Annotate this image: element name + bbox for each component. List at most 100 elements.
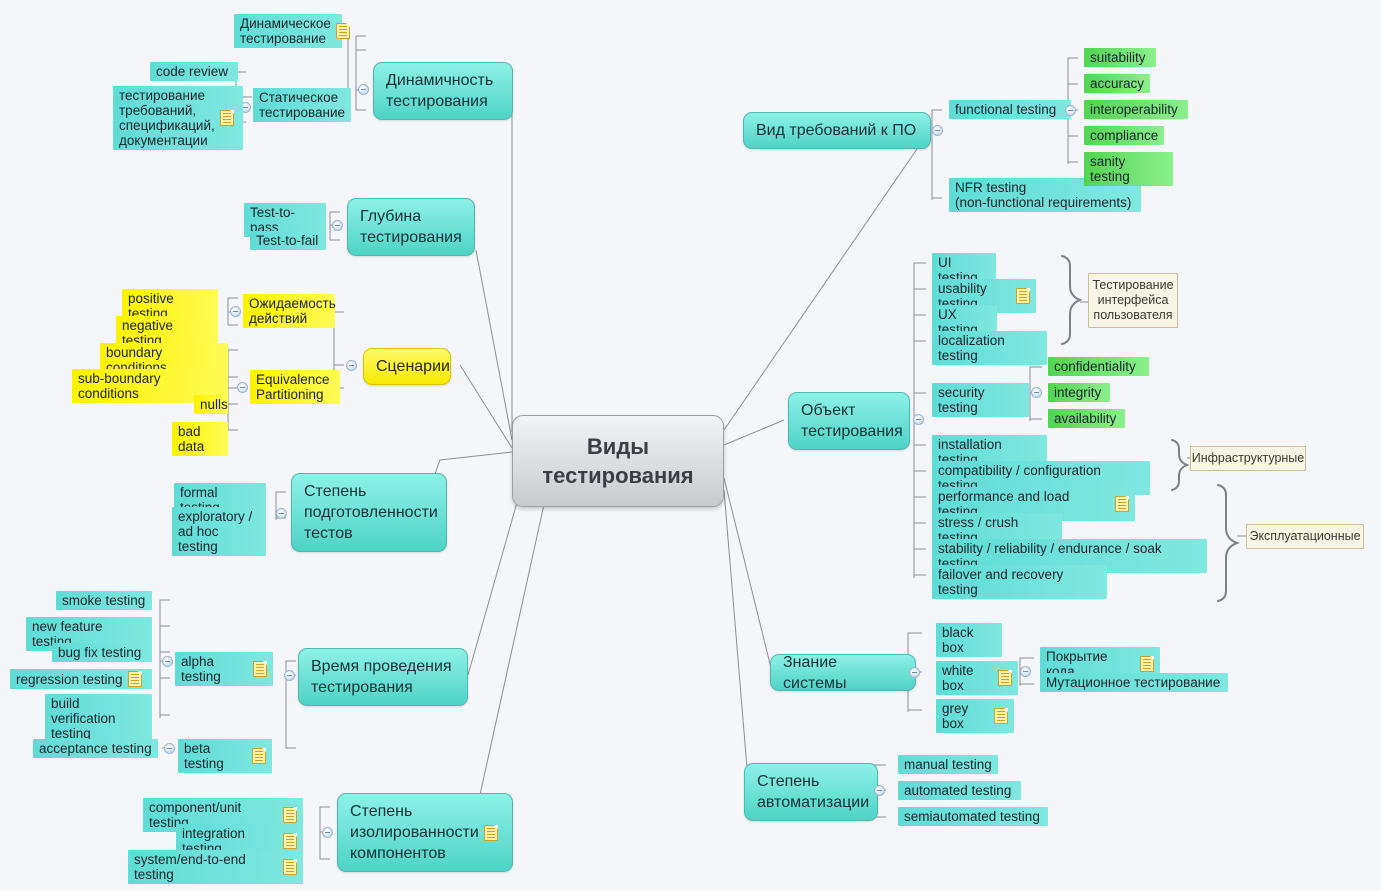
node-smoke-testing[interactable]: smoke testing — [56, 591, 152, 610]
toggle-object[interactable] — [913, 414, 924, 425]
node-grey-box[interactable]: grey box — [936, 699, 1014, 733]
node-integrity-label: integrity — [1054, 385, 1102, 400]
note-icon[interactable] — [998, 670, 1012, 686]
node-bad-data[interactable]: bad data — [172, 422, 228, 456]
node-regression-testing[interactable]: regression testing — [10, 669, 152, 689]
toggle-knowledge[interactable] — [909, 667, 920, 678]
node-static-testing-label: Статическое тестирование — [259, 90, 346, 120]
node-equivalence-partitioning[interactable]: Equivalence Partitioning — [250, 370, 340, 404]
note-icon[interactable] — [283, 833, 297, 849]
node-static-testing[interactable]: Статическое тестирование — [253, 88, 351, 122]
branch-requirements[interactable]: Вид требований к ПО — [743, 112, 931, 149]
node-dynamic-testing-label: Динамическое тестирование — [240, 16, 331, 46]
toggle-security[interactable] — [1031, 387, 1042, 398]
toggle-automation[interactable] — [874, 785, 885, 796]
node-test-to-fail-label: Test-to-fail — [256, 233, 319, 248]
node-interoperability[interactable]: interoperability — [1084, 100, 1188, 119]
toggle-requirements[interactable] — [932, 125, 943, 136]
note-icon[interactable] — [283, 859, 297, 875]
note-icon[interactable] — [283, 807, 297, 823]
note-icon[interactable] — [252, 748, 266, 764]
node-exploratory-testing[interactable]: exploratory / ad hoc testing — [172, 507, 266, 556]
branch-object[interactable]: Объект тестирования — [788, 392, 910, 450]
node-availability[interactable]: availability — [1048, 409, 1125, 428]
branch-depth[interactable]: Глубина тестирования — [347, 198, 475, 256]
node-security-testing[interactable]: security testing — [932, 383, 1029, 417]
node-dynamic-testing[interactable]: Динамическое тестирование — [234, 14, 350, 48]
note-icon[interactable] — [219, 110, 234, 126]
node-system-e2e-testing[interactable]: system/end-to-end testing — [128, 850, 303, 884]
toggle-alpha[interactable] — [162, 656, 173, 667]
note-icon[interactable] — [335, 23, 350, 39]
toggle-white-box[interactable] — [1020, 666, 1031, 677]
branch-dynamism[interactable]: Динамичность тестирования — [373, 62, 513, 120]
toggle-depth[interactable] — [332, 220, 343, 231]
toggle-equivalence[interactable] — [237, 382, 248, 393]
branch-isolation[interactable]: Степень изолированности компонентов — [337, 793, 513, 872]
toggle-isolation[interactable] — [322, 827, 333, 838]
toggle-functional[interactable] — [1065, 105, 1076, 116]
toggle-dynamism[interactable] — [358, 84, 369, 95]
toggle-scenarios[interactable] — [346, 360, 357, 371]
node-mutation-testing[interactable]: Мутационное тестирование — [1040, 673, 1228, 692]
node-confidentiality[interactable]: confidentiality — [1048, 357, 1149, 376]
node-semiautomated-testing[interactable]: semiautomated testing — [898, 807, 1048, 826]
toggle-timing[interactable] — [284, 670, 295, 681]
note-icon[interactable] — [127, 671, 142, 687]
node-manual-testing[interactable]: manual testing — [898, 755, 998, 774]
node-compliance[interactable]: compliance — [1084, 126, 1164, 145]
node-automated-testing[interactable]: automated testing — [898, 781, 1021, 800]
node-black-box-label: black box — [942, 625, 974, 655]
node-localization-testing-label: localization testing — [938, 333, 1005, 363]
node-black-box[interactable]: black box — [936, 623, 1002, 657]
branch-timing[interactable]: Время проведения тестирования — [298, 648, 468, 706]
note-icon[interactable] — [1140, 656, 1154, 672]
root-node[interactable]: Виды тестирования — [512, 415, 724, 507]
node-code-review[interactable]: code review — [150, 62, 238, 81]
toggle-readiness[interactable] — [276, 508, 287, 519]
note-icon[interactable] — [483, 824, 498, 841]
node-build-verification-testing[interactable]: build verification testing — [45, 694, 152, 743]
node-expectedness[interactable]: Ожидаемость действий — [243, 294, 336, 328]
toggle-beta[interactable] — [164, 743, 175, 754]
branch-automation[interactable]: Степень автоматизации — [744, 763, 878, 821]
node-integrity[interactable]: integrity — [1048, 383, 1110, 402]
node-accuracy-label: accuracy — [1090, 76, 1145, 91]
node-acceptance-testing[interactable]: acceptance testing — [33, 739, 158, 758]
node-failover-recovery-testing[interactable]: failover and recovery testing — [932, 565, 1107, 599]
branch-readiness-label: Степень подготовленности тестов — [304, 483, 438, 542]
node-requirements-docs[interactable]: тестирование требований, спецификаций, д… — [113, 86, 243, 150]
branch-scenarios[interactable]: Сценарии — [363, 348, 451, 385]
node-confidentiality-label: confidentiality — [1054, 359, 1136, 374]
node-white-box[interactable]: white box — [936, 661, 1018, 695]
node-beta-testing-label: beta testing — [184, 741, 224, 771]
node-suitability[interactable]: suitability — [1084, 48, 1156, 67]
node-regression-testing-label: regression testing — [16, 671, 123, 687]
root-label: Виды тестирования — [542, 434, 694, 488]
toggle-expectedness[interactable] — [230, 306, 241, 317]
node-functional-testing[interactable]: functional testing — [949, 100, 1071, 119]
node-beta-testing[interactable]: beta testing — [178, 739, 272, 773]
branch-object-label: Объект тестирования — [801, 402, 903, 440]
node-accuracy[interactable]: accuracy — [1084, 74, 1150, 93]
callout-ui-group: Тестирование интерфейса пользователя — [1088, 273, 1178, 328]
node-mutation-testing-label: Мутационное тестирование — [1046, 675, 1221, 690]
node-localization-testing[interactable]: localization testing — [932, 331, 1047, 365]
note-icon[interactable] — [253, 661, 267, 677]
callout-operational-group: Эксплуатационные — [1246, 524, 1364, 549]
branch-isolation-label: Степень изолированности компонентов — [350, 803, 479, 862]
node-alpha-testing[interactable]: alpha testing — [175, 652, 273, 686]
node-security-testing-label: security testing — [938, 385, 985, 415]
node-suitability-label: suitability — [1090, 50, 1146, 65]
note-icon[interactable] — [1016, 288, 1030, 304]
node-sanity-testing[interactable]: sanity testing — [1084, 152, 1173, 186]
note-icon[interactable] — [1115, 496, 1129, 512]
branch-depth-label: Глубина тестирования — [360, 208, 462, 246]
branch-knowledge[interactable]: Знание системы — [770, 654, 916, 692]
note-icon[interactable] — [994, 708, 1008, 724]
branch-readiness[interactable]: Степень подготовленности тестов — [291, 473, 447, 552]
node-equivalence-label: Equivalence Partitioning — [256, 372, 330, 402]
node-nulls[interactable]: nulls — [194, 395, 228, 414]
node-test-to-fail[interactable]: Test-to-fail — [250, 231, 326, 250]
node-bug-fix-testing[interactable]: bug fix testing — [52, 643, 152, 662]
